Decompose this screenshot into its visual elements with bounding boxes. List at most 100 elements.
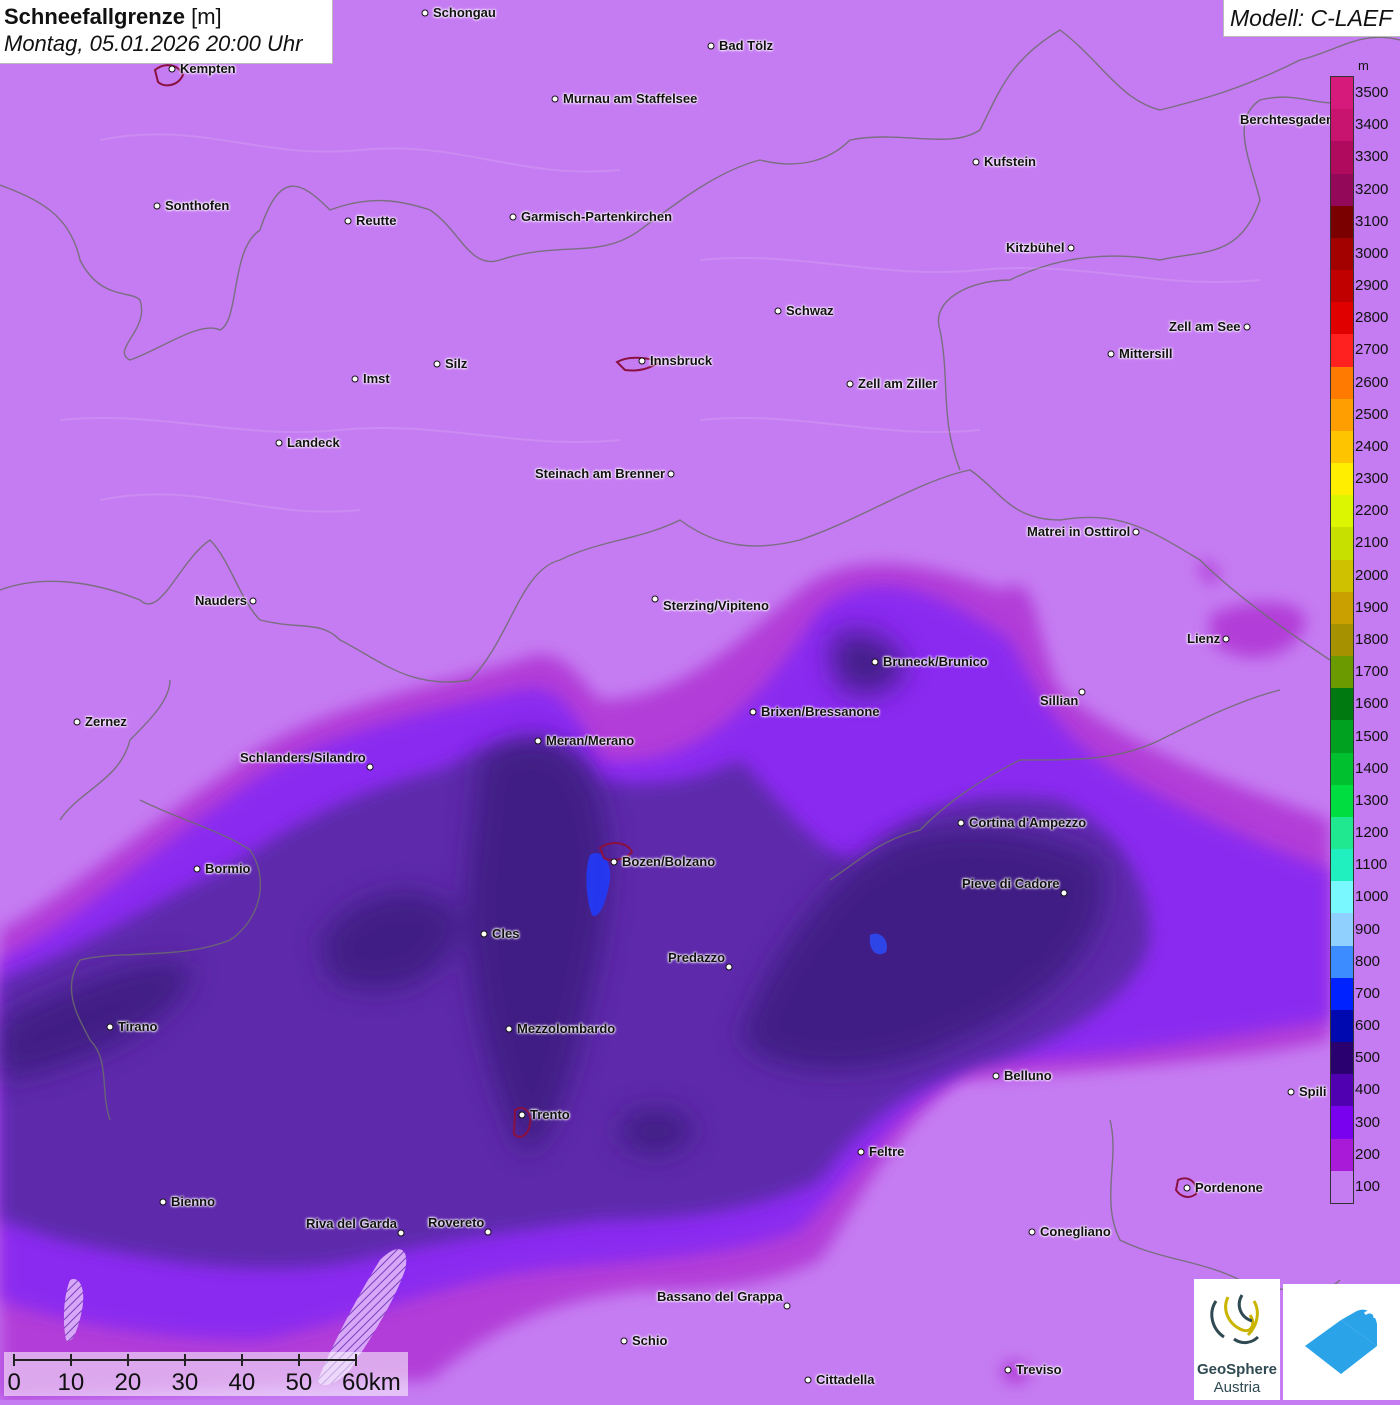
legend-swatch: [1331, 109, 1353, 142]
city-marker: [480, 930, 488, 938]
city-marker: [1067, 244, 1075, 252]
city-marker: [421, 9, 429, 17]
legend-label: 3500: [1355, 84, 1389, 102]
geosphere-logo[interactable]: GeoSphere Austria: [1194, 1279, 1280, 1400]
city-label: Nauders: [195, 593, 248, 608]
legend-label: 2600: [1355, 373, 1389, 391]
legend-colorbar: [1330, 76, 1354, 1204]
city-label: Pordenone: [1195, 1180, 1263, 1195]
city-marker: [534, 737, 542, 745]
legend-label: 600: [1355, 1017, 1381, 1035]
app-logo[interactable]: [1283, 1284, 1400, 1400]
legend-swatch: [1331, 270, 1353, 303]
city-marker: [1287, 1088, 1295, 1096]
legend-label: 200: [1355, 1145, 1381, 1163]
city-label: Matrei in Osttirol: [1027, 524, 1131, 539]
model-label: Modell: C-LAEF: [1230, 5, 1393, 31]
legend-swatch: [1331, 720, 1353, 754]
legend-label: 3400: [1355, 116, 1389, 134]
city-label: Garmisch-Partenkirchen: [521, 209, 673, 224]
legend-label: 400: [1355, 1081, 1381, 1099]
legend-label: 2300: [1355, 470, 1389, 488]
city-marker: [397, 1229, 405, 1237]
app-logo-icon: [1305, 1309, 1377, 1374]
city-label: Silz: [445, 356, 468, 371]
legend-label: 2000: [1355, 566, 1389, 584]
city-marker: [992, 1072, 1000, 1080]
city-marker: [1222, 635, 1230, 643]
city-label: Steinach am Brenner: [535, 466, 666, 481]
legend-swatch: [1331, 752, 1353, 786]
legend-label: 1000: [1355, 888, 1389, 906]
city-label: Kufstein: [984, 154, 1036, 169]
scale-tick-label: 20: [114, 1369, 142, 1396]
legend-label: 800: [1355, 952, 1381, 970]
legend-label: 300: [1355, 1113, 1381, 1131]
legend-swatch: [1331, 623, 1353, 657]
city-label: Zernez: [85, 714, 127, 729]
legend-label: 3100: [1355, 212, 1389, 230]
legend-label: 100: [1355, 1177, 1381, 1195]
legend-swatch: [1331, 463, 1353, 496]
city-label: Conegliano: [1040, 1224, 1111, 1239]
city-marker: [651, 595, 659, 603]
city-marker: [509, 213, 517, 221]
legend-swatch: [1331, 173, 1353, 207]
city-label: Mittersill: [1119, 346, 1173, 361]
city-marker: [1028, 1228, 1036, 1236]
city-marker: [972, 158, 980, 166]
city-label: Schwaz: [786, 303, 834, 318]
city-marker: [857, 1148, 865, 1156]
city-marker: [749, 708, 757, 716]
legend-swatch: [1331, 849, 1353, 882]
map-title-unit: [m]: [191, 4, 222, 29]
city-label: Meran/Merano: [546, 733, 635, 748]
legend-label: 2900: [1355, 277, 1389, 295]
model-box: Modell: C-LAEF: [1223, 0, 1400, 37]
city-marker: [774, 307, 782, 315]
city-marker: [620, 1337, 628, 1345]
scale-tick-label: 50: [285, 1369, 313, 1396]
city-label: Schongau: [433, 5, 496, 20]
legend-swatch: [1331, 816, 1353, 850]
map-datetime: Montag, 05.01.2026 20:00 Uhr: [4, 31, 303, 56]
city-label: Cittadella: [816, 1372, 875, 1387]
city-label: Bassano del Grappa: [657, 1289, 783, 1304]
logo-name-line1: GeoSphere: [1196, 1361, 1278, 1378]
city-marker: [1060, 889, 1068, 897]
scale-tick-label: 0: [7, 1369, 21, 1396]
city-label: Zell am Ziller: [858, 376, 938, 391]
city-marker: [433, 360, 441, 368]
legend-label: 1400: [1355, 759, 1389, 777]
legend-swatch: [1331, 1042, 1353, 1075]
city-label: Kempten: [180, 61, 236, 76]
city-label: Imst: [363, 371, 390, 386]
legend-swatch: [1331, 141, 1353, 174]
city-marker: [484, 1228, 492, 1236]
legend-swatch: [1331, 1138, 1353, 1172]
scale-tick-label: 10: [57, 1369, 85, 1396]
city-label: Schlanders/Silandro: [240, 750, 366, 765]
legend-label: 900: [1355, 920, 1381, 938]
legend-swatch: [1331, 495, 1353, 528]
city-label: Bad Tölz: [719, 38, 774, 53]
legend-unit: m: [1358, 58, 1369, 73]
legend-swatch: [1331, 1009, 1353, 1043]
legend-label: 1100: [1355, 856, 1388, 874]
city-marker: [610, 858, 618, 866]
city-label: Brixen/Bressanone: [761, 704, 880, 719]
city-marker: [351, 375, 359, 383]
city-marker: [1004, 1366, 1012, 1374]
city-marker: [1078, 688, 1086, 696]
city-label: Sonthofen: [165, 198, 230, 213]
legend-swatch: [1331, 398, 1353, 432]
legend-swatch: [1331, 784, 1353, 818]
legend-label: 700: [1355, 984, 1381, 1002]
city-marker: [783, 1302, 791, 1310]
city-label: Rovereto: [428, 1215, 485, 1230]
city-marker: [1132, 528, 1140, 536]
legend-label: 1500: [1355, 727, 1389, 745]
legend-swatch: [1331, 334, 1353, 368]
city-marker: [707, 42, 715, 50]
legend-label: 2100: [1355, 534, 1389, 552]
